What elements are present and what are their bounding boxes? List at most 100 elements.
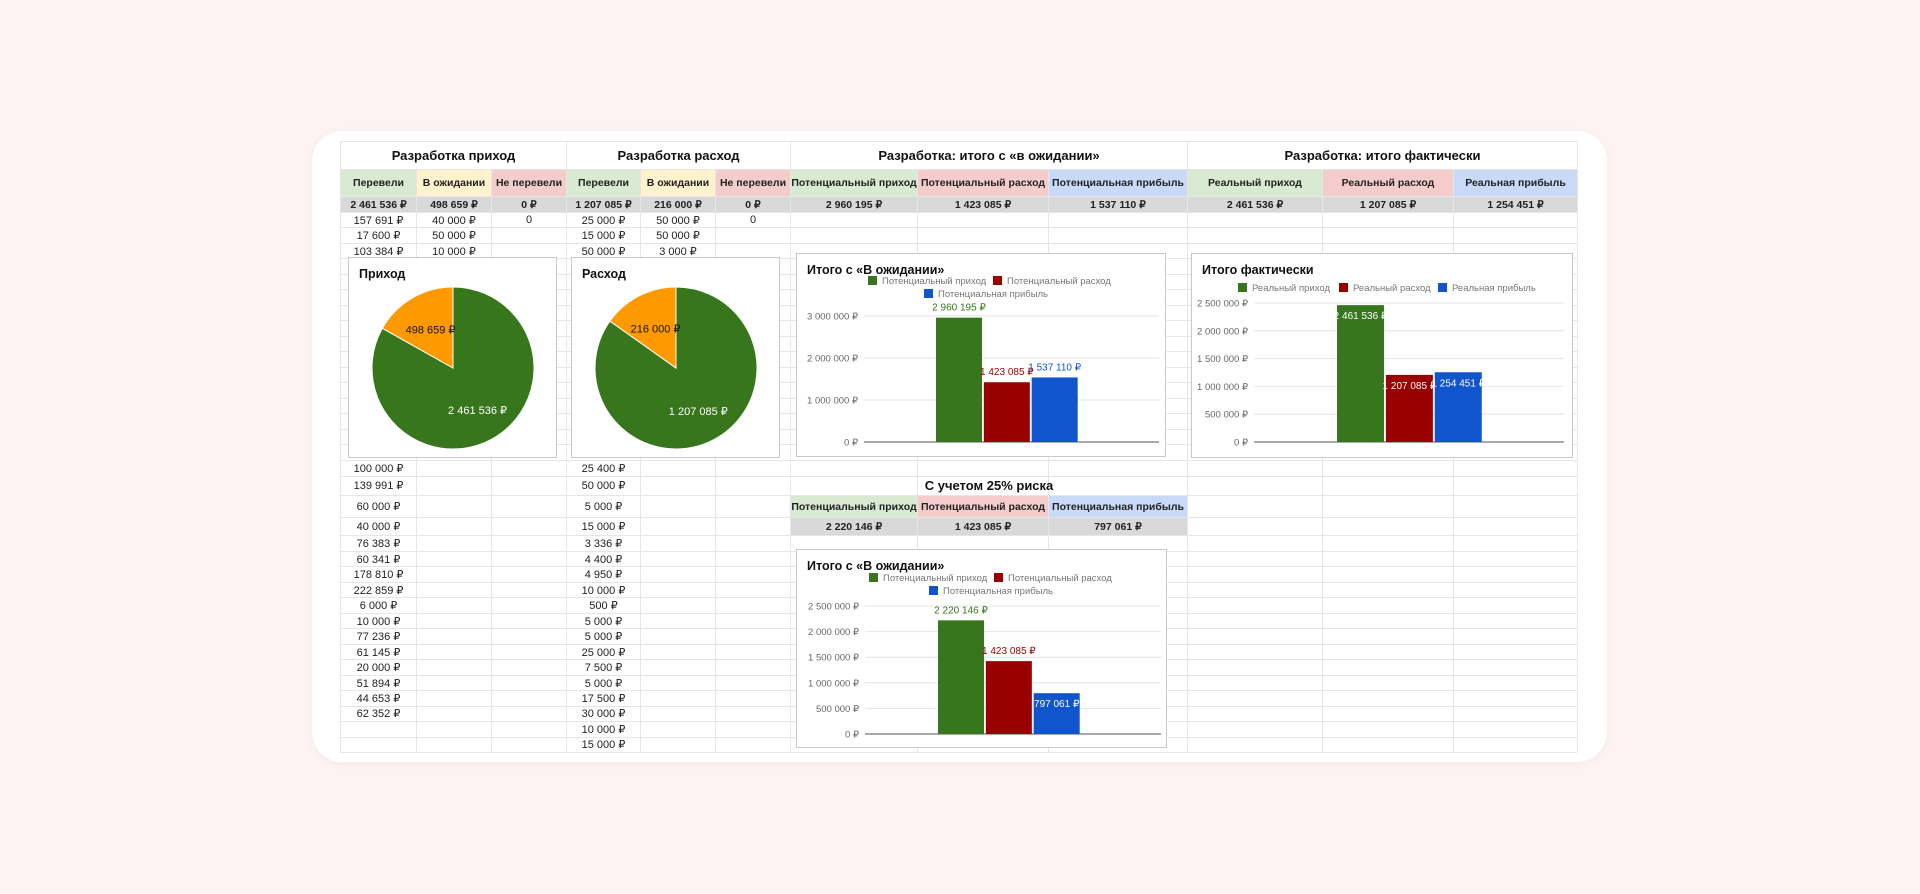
data-cell[interactable]: 3 000 ₽ bbox=[641, 244, 715, 258]
column-header[interactable]: Реальный расход bbox=[1323, 170, 1453, 196]
section-title[interactable]: Разработка расход bbox=[567, 142, 790, 169]
data-cell[interactable]: 20 000 ₽ bbox=[341, 660, 416, 675]
data-cell[interactable]: 222 859 ₽ bbox=[341, 583, 416, 597]
legend-swatch bbox=[994, 573, 1003, 582]
data-cell[interactable]: 500 ₽ bbox=[567, 598, 640, 613]
data-cell[interactable]: 5 000 ₽ bbox=[567, 676, 640, 690]
data-cell[interactable]: 0 bbox=[716, 213, 790, 227]
section-title[interactable]: Разработка приход bbox=[341, 142, 566, 169]
data-cell[interactable]: 77 236 ₽ bbox=[341, 629, 416, 644]
column-header[interactable]: Реальный приход bbox=[1188, 170, 1322, 196]
total-cell[interactable]: 1 423 085 ₽ bbox=[918, 197, 1048, 212]
data-cell[interactable] bbox=[492, 228, 566, 243]
data-cell[interactable]: 61 145 ₽ bbox=[341, 645, 416, 659]
data-cell[interactable]: 10 000 ₽ bbox=[567, 722, 640, 737]
column-header[interactable]: Потенциальный расход bbox=[918, 496, 1048, 518]
data-cell[interactable] bbox=[341, 722, 416, 737]
bar-chart[interactable]: Итого с «В ожидании» Потенциальный приход… bbox=[796, 549, 1167, 748]
data-cell[interactable] bbox=[492, 244, 566, 258]
bar-chart[interactable]: Итого фактически Реальный приход Реальный … bbox=[1191, 253, 1573, 458]
total-cell[interactable]: 0 ₽ bbox=[716, 197, 790, 212]
total-cell[interactable]: 1 254 451 ₽ bbox=[1454, 197, 1577, 212]
data-cell[interactable]: 139 991 ₽ bbox=[341, 477, 416, 496]
risk-section-title[interactable]: С учетом 25% риска bbox=[791, 477, 1187, 496]
total-cell[interactable]: 2 461 536 ₽ bbox=[341, 197, 416, 212]
data-cell[interactable] bbox=[716, 244, 790, 258]
total-cell[interactable]: 498 659 ₽ bbox=[417, 197, 491, 212]
data-cell[interactable]: 4 950 ₽ bbox=[567, 567, 640, 582]
data-cell[interactable]: 15 000 ₽ bbox=[567, 738, 640, 752]
column-header[interactable]: Потенциальный приход bbox=[791, 170, 917, 196]
data-cell[interactable]: 50 000 ₽ bbox=[567, 244, 640, 258]
total-cell[interactable]: 1 207 085 ₽ bbox=[567, 197, 640, 212]
total-cell[interactable]: 0 ₽ bbox=[492, 197, 566, 212]
data-cell[interactable]: 15 000 ₽ bbox=[567, 228, 640, 243]
data-cell[interactable] bbox=[716, 228, 790, 243]
data-cell[interactable]: 76 383 ₽ bbox=[341, 536, 416, 551]
total-cell[interactable]: 797 061 ₽ bbox=[1049, 518, 1187, 536]
total-cell[interactable]: 2 461 536 ₽ bbox=[1188, 197, 1322, 212]
data-cell[interactable]: 17 500 ₽ bbox=[567, 691, 640, 705]
column-header[interactable]: Не перевели bbox=[716, 170, 790, 196]
pie-chart[interactable]: Приход 2 461 536 ₽498 659 ₽ bbox=[348, 257, 557, 458]
total-cell[interactable]: 1 537 110 ₽ bbox=[1049, 197, 1187, 212]
data-cell[interactable]: 5 000 ₽ bbox=[567, 614, 640, 628]
column-header[interactable]: Перевели bbox=[567, 170, 640, 196]
legend-swatch bbox=[929, 586, 938, 595]
bar-chart[interactable]: Итого с «В ожидании» Потенциальный приход… bbox=[796, 253, 1166, 457]
column-header[interactable]: Потенциальный приход bbox=[791, 496, 917, 518]
data-cell[interactable]: 44 653 ₽ bbox=[341, 691, 416, 705]
data-cell[interactable]: 10 000 ₽ bbox=[341, 614, 416, 628]
data-cell[interactable]: 62 352 ₽ bbox=[341, 707, 416, 722]
y-tick-label: 3 000 000 ₽ bbox=[807, 312, 859, 323]
data-cell[interactable]: 4 400 ₽ bbox=[567, 552, 640, 566]
data-cell[interactable]: 50 000 ₽ bbox=[641, 228, 715, 243]
column-header[interactable]: Потенциальная прибыль bbox=[1049, 496, 1187, 518]
pie-chart[interactable]: Расход 1 207 085 ₽216 000 ₽ bbox=[571, 257, 780, 458]
total-cell[interactable]: 1 423 085 ₽ bbox=[918, 518, 1048, 536]
column-header[interactable]: Потенциальная прибыль bbox=[1049, 170, 1187, 196]
data-cell[interactable]: 51 894 ₽ bbox=[341, 676, 416, 690]
data-cell[interactable]: 15 000 ₽ bbox=[567, 518, 640, 535]
data-cell[interactable]: 7 500 ₽ bbox=[567, 660, 640, 675]
data-cell[interactable]: 50 000 ₽ bbox=[417, 228, 491, 243]
y-tick-label: 1 000 000 ₽ bbox=[1197, 382, 1249, 393]
total-cell[interactable]: 216 000 ₽ bbox=[641, 197, 715, 212]
column-header[interactable]: Реальная прибыль bbox=[1454, 170, 1577, 196]
column-header[interactable]: Потенциальный расход bbox=[918, 170, 1048, 196]
data-cell[interactable]: 100 000 ₽ bbox=[341, 461, 416, 476]
data-cell[interactable]: 10 000 ₽ bbox=[567, 583, 640, 597]
data-cell[interactable]: 103 384 ₽ bbox=[341, 244, 416, 258]
data-cell[interactable]: 5 000 ₽ bbox=[567, 629, 640, 644]
column-header[interactable]: В ожидании bbox=[641, 170, 715, 196]
data-cell[interactable]: 50 000 ₽ bbox=[641, 213, 715, 227]
data-cell[interactable]: 25 400 ₽ bbox=[567, 461, 640, 476]
total-cell[interactable]: 1 207 085 ₽ bbox=[1323, 197, 1453, 212]
section-title[interactable]: Разработка: итого с «в ожидании» bbox=[791, 142, 1187, 169]
data-cell[interactable]: 25 000 ₽ bbox=[567, 213, 640, 227]
column-header[interactable]: В ожидании bbox=[417, 170, 491, 196]
data-cell[interactable]: 157 691 ₽ bbox=[341, 213, 416, 227]
total-cell[interactable]: 2 960 195 ₽ bbox=[791, 197, 917, 212]
data-cell[interactable]: 6 000 ₽ bbox=[341, 598, 416, 613]
data-cell[interactable]: 17 600 ₽ bbox=[341, 228, 416, 243]
data-cell[interactable]: 30 000 ₽ bbox=[567, 707, 640, 722]
data-cell[interactable] bbox=[341, 738, 416, 752]
gridline-v bbox=[1577, 169, 1578, 752]
data-cell[interactable]: 0 bbox=[492, 213, 566, 227]
legend-label: Реальный приход bbox=[1252, 283, 1330, 294]
column-header[interactable]: Перевели bbox=[341, 170, 416, 196]
column-header[interactable]: Не перевели bbox=[492, 170, 566, 196]
data-cell[interactable]: 40 000 ₽ bbox=[341, 518, 416, 535]
data-cell[interactable]: 50 000 ₽ bbox=[567, 477, 640, 496]
data-cell[interactable]: 3 336 ₽ bbox=[567, 536, 640, 551]
data-cell[interactable]: 10 000 ₽ bbox=[417, 244, 491, 258]
data-cell[interactable]: 25 000 ₽ bbox=[567, 645, 640, 659]
data-cell[interactable]: 178 810 ₽ bbox=[341, 567, 416, 582]
data-cell[interactable]: 60 000 ₽ bbox=[341, 496, 416, 517]
section-title[interactable]: Разработка: итого фактически bbox=[1188, 142, 1577, 169]
data-cell[interactable]: 40 000 ₽ bbox=[417, 213, 491, 227]
data-cell[interactable]: 5 000 ₽ bbox=[567, 496, 640, 517]
total-cell[interactable]: 2 220 146 ₽ bbox=[791, 518, 917, 536]
data-cell[interactable]: 60 341 ₽ bbox=[341, 552, 416, 566]
